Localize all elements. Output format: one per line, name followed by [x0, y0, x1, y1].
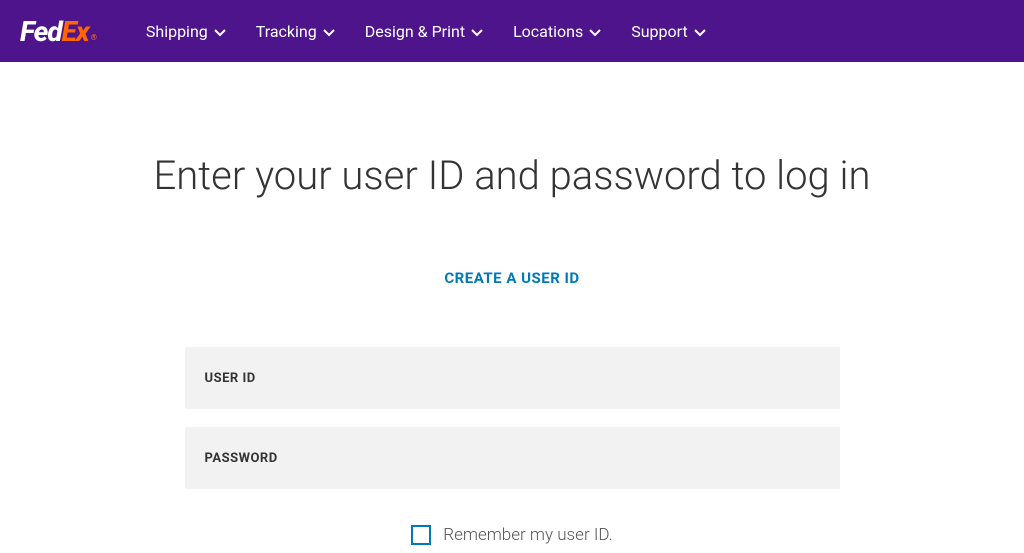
create-user-id-link[interactable]: CREATE A USER ID — [444, 269, 579, 287]
main-content: Enter your user ID and password to log i… — [0, 62, 1024, 545]
user-id-input[interactable] — [185, 347, 840, 409]
nav-design-print[interactable]: Design & Print — [365, 22, 483, 41]
chevron-down-icon — [214, 22, 226, 41]
chevron-down-icon — [323, 22, 335, 41]
chevron-down-icon — [471, 22, 483, 41]
header: FedEx® Shipping Tracking Design & Print … — [0, 0, 1024, 62]
chevron-down-icon — [589, 22, 601, 41]
logo-ex-text: Ex — [62, 15, 89, 48]
remember-label: Remember my user ID. — [443, 525, 612, 545]
nav-shipping-label: Shipping — [146, 22, 208, 41]
nav-support-label: Support — [631, 22, 687, 41]
login-form: Remember my user ID. — [185, 347, 840, 545]
logo-fed-text: Fed — [20, 15, 62, 48]
remember-checkbox[interactable] — [411, 525, 431, 545]
nav-locations-label: Locations — [513, 22, 583, 41]
password-input[interactable] — [185, 427, 840, 489]
nav-support[interactable]: Support — [631, 22, 705, 41]
nav-shipping[interactable]: Shipping — [146, 22, 226, 41]
nav-locations[interactable]: Locations — [513, 22, 601, 41]
nav-tracking[interactable]: Tracking — [256, 22, 335, 41]
fedex-logo[interactable]: FedEx® — [20, 15, 96, 48]
nav-design-print-label: Design & Print — [365, 22, 465, 41]
page-title: Enter your user ID and password to log i… — [154, 152, 871, 199]
nav-tracking-label: Tracking — [256, 22, 317, 41]
main-nav: Shipping Tracking Design & Print Locatio… — [146, 22, 706, 41]
logo-dot: ® — [91, 33, 96, 42]
chevron-down-icon — [694, 22, 706, 41]
remember-row: Remember my user ID. — [185, 525, 840, 545]
